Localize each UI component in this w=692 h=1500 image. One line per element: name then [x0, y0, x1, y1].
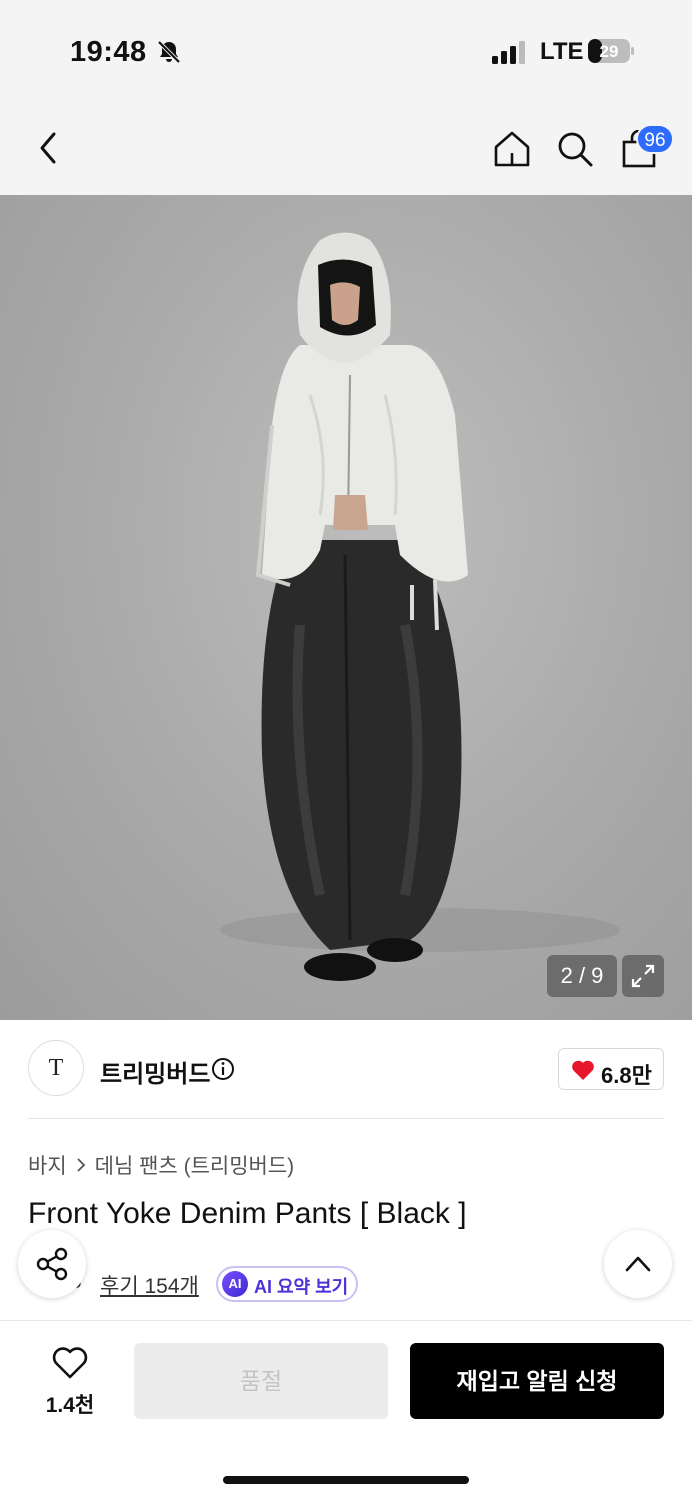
brand-row: T 트리밍버드 6.8만 — [0, 1020, 692, 1120]
top-navigation: 96 — [0, 100, 692, 195]
network-label: LTE — [540, 38, 584, 65]
share-button[interactable] — [18, 1230, 86, 1298]
battery-icon: 29 — [588, 39, 634, 63]
expand-image-button[interactable] — [622, 955, 664, 997]
home-indicator — [223, 1476, 469, 1484]
product-photo — [220, 232, 620, 981]
review-count-link[interactable]: 후기 154개 — [100, 1270, 199, 1300]
bell-muted-icon — [157, 40, 181, 64]
brand-like-button[interactable]: 6.8만 — [558, 1048, 664, 1090]
expand-icon — [631, 964, 655, 988]
rating-row: .8 후기 154개 AI AI 요약 보기 — [28, 1266, 428, 1302]
brand-like-count: 6.8만 — [601, 1063, 652, 1088]
ai-badge-icon: AI — [222, 1271, 248, 1297]
heart-filled-icon — [572, 1060, 594, 1080]
search-icon[interactable] — [556, 130, 594, 168]
brand-name[interactable]: 트리밍버드 — [100, 1054, 210, 1089]
share-icon — [36, 1247, 68, 1281]
breadcrumb-subcategory[interactable]: 데님 팬츠 (트리밍버드) — [95, 1155, 295, 1178]
soldout-button: 품절 — [134, 1343, 388, 1419]
divider — [28, 1118, 664, 1119]
status-bar: 19:48 LTE 29 — [0, 0, 692, 100]
breadcrumb-category[interactable]: 바지 — [28, 1155, 67, 1178]
signal-icon — [492, 41, 525, 64]
ai-summary-label: AI 요약 보기 — [254, 1277, 349, 1297]
bottom-action-bar: 1.4천 품절 재입고 알림 신청 — [0, 1320, 692, 1500]
wishlist-button[interactable]: 1.4천 — [30, 1345, 110, 1417]
product-image-carousel[interactable]: 2 / 9 — [0, 195, 692, 1020]
ai-summary-button[interactable]: AI AI 요약 보기 — [216, 1266, 358, 1302]
product-title: Front Yoke Denim Pants [ Black ] — [28, 1197, 467, 1230]
battery-level: 29 — [600, 42, 619, 61]
home-icon[interactable] — [492, 129, 532, 169]
breadcrumb: 바지 데님 팬츠 (트리밍버드) — [28, 1150, 294, 1180]
cart-count-badge: 96 — [636, 124, 674, 154]
wishlist-count: 1.4천 — [45, 1394, 95, 1417]
image-counter: 2 / 9 — [547, 955, 617, 997]
restock-alert-button[interactable]: 재입고 알림 신청 — [410, 1343, 664, 1419]
back-arrow-icon[interactable] — [34, 130, 66, 166]
status-time: 19:48 — [70, 36, 147, 68]
chevron-right-icon — [77, 1158, 85, 1172]
heart-outline-icon — [52, 1347, 88, 1379]
brand-logo[interactable]: T — [28, 1040, 84, 1096]
chevron-up-icon — [625, 1256, 651, 1272]
scroll-to-top-button[interactable] — [604, 1230, 672, 1298]
info-icon[interactable] — [211, 1057, 235, 1081]
